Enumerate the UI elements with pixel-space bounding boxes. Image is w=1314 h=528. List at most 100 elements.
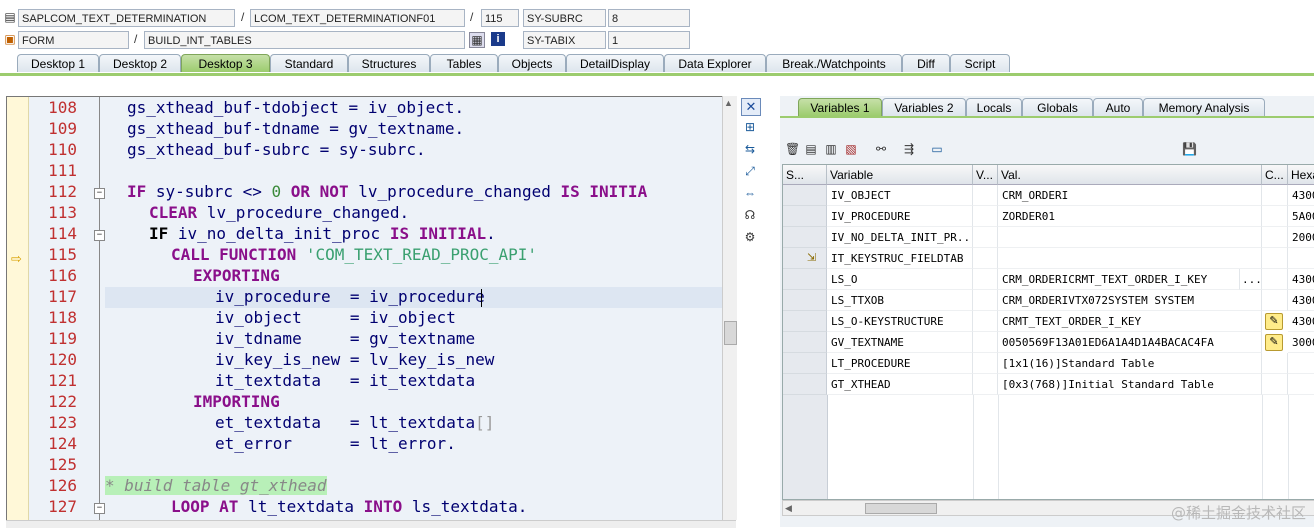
list-edit-icon[interactable]: ▥ <box>824 142 838 156</box>
source-editor[interactable]: ⇨ 108 109 110 111 112 113 114 115 116 11… <box>6 96 723 522</box>
variable-name[interactable]: GT_XTHEAD <box>827 374 973 395</box>
tab-objects[interactable]: Objects <box>498 54 566 72</box>
tab-memory-analysis[interactable]: Memory Analysis <box>1143 98 1265 116</box>
sysfield-value-2[interactable]: 1 <box>608 31 690 49</box>
list-icon[interactable]: ▤ <box>804 142 818 156</box>
fold-toggle-icon[interactable]: − <box>94 230 105 241</box>
variable-value[interactable] <box>998 227 1262 248</box>
code-line[interactable]: * build table gt_xthead <box>105 476 327 495</box>
line-field[interactable]: 115 <box>481 9 519 27</box>
expand-width-icon[interactable]: ⇔ <box>741 186 759 202</box>
tab-diff[interactable]: Diff <box>902 54 950 72</box>
variable-value[interactable]: [1x1(16)]Standard Table <box>998 353 1262 374</box>
tab-locals[interactable]: Locals <box>966 98 1022 116</box>
variable-value[interactable]: CRMT_TEXT_ORDER_I_KEY <box>998 311 1262 332</box>
new-tool-icon[interactable]: ⊞ <box>741 120 759 136</box>
swap-tool-icon[interactable]: ⇆ <box>741 142 759 158</box>
event-name-field[interactable]: BUILD_INT_TABLES <box>144 31 465 49</box>
scroll-thumb[interactable] <box>865 503 937 514</box>
variable-value[interactable]: CRM_ORDERIVTX072SYSTEM SYSTEM <box>998 290 1262 311</box>
code-line[interactable]: iv_object = iv_object <box>215 308 456 327</box>
edit-pencil-icon[interactable]: ✎ <box>1265 313 1283 330</box>
fold-toggle-icon[interactable]: − <box>94 188 105 199</box>
variable-value[interactable]: CRM_ORDERICRMT_TEXT_ORDER_I_KEY <box>998 269 1240 290</box>
table-icon[interactable]: ▦ <box>469 32 485 48</box>
info-icon[interactable]: i <box>491 32 505 46</box>
save-icon[interactable]: 💾 <box>1182 142 1197 156</box>
delete-icon[interactable]: 🗑 <box>785 142 800 156</box>
scroll-left-icon[interactable]: ◀ <box>785 503 792 514</box>
code-line[interactable]: iv_tdname = gv_textname <box>215 329 475 348</box>
services-icon[interactable]: ☊ <box>741 208 759 224</box>
row-selector[interactable] <box>783 269 827 290</box>
variable-value[interactable]: ZORDER01 <box>998 206 1262 227</box>
include-field[interactable]: LCOM_TEXT_DETERMINATIONF01 <box>250 9 465 27</box>
code-line[interactable]: et_error = lt_error. <box>215 434 456 453</box>
tab-structures[interactable]: Structures <box>348 54 430 72</box>
sysfield-name-2[interactable]: SY-TABIX <box>523 31 606 49</box>
row-selector[interactable] <box>783 227 827 248</box>
code-line[interactable]: IF sy-subrc <> 0 OR NOT lv_procedure_cha… <box>127 182 647 201</box>
event-type-field[interactable]: FORM <box>18 31 129 49</box>
variable-value[interactable]: CRM_ORDERI <box>998 185 1262 206</box>
code-line[interactable]: IMPORTING <box>193 392 280 411</box>
code-line[interactable]: EXPORTING <box>193 266 280 285</box>
maximize-icon[interactable]: ⤢ <box>741 164 759 180</box>
scroll-thumb[interactable] <box>724 321 737 345</box>
code-line[interactable]: LOOP AT lt_textdata INTO ls_textdata. <box>171 497 527 516</box>
variable-name[interactable]: GV_TEXTNAME <box>827 332 973 353</box>
tab-desktop-2[interactable]: Desktop 2 <box>99 54 181 72</box>
tab-auto[interactable]: Auto <box>1093 98 1143 116</box>
variable-name[interactable]: LT_PROCEDURE <box>827 353 973 374</box>
navigate-icon[interactable]: ⇶ <box>902 142 916 156</box>
row-selector[interactable] <box>783 185 827 206</box>
code-line[interactable]: it_textdata = it_textdata <box>215 371 475 390</box>
sysfield-value-1[interactable]: 8 <box>608 9 690 27</box>
settings-icon[interactable]: ⚙ <box>741 230 759 246</box>
code-line[interactable]: gs_xthead_buf-tdname = gv_textname. <box>127 119 464 138</box>
code-line[interactable]: IF iv_no_delta_init_proc IS INITIAL. <box>149 224 496 243</box>
hierarchy-icon[interactable]: ⚯ <box>874 142 888 156</box>
sysfield-name-1[interactable]: SY-SUBRC <box>523 9 606 27</box>
column-header[interactable]: Val. <box>998 165 1262 185</box>
fold-toggle-icon[interactable]: − <box>94 503 105 514</box>
tab-tables[interactable]: Tables <box>430 54 498 72</box>
folder-icon[interactable]: ▭ <box>930 142 944 156</box>
tab-variables-2[interactable]: Variables 2 <box>882 98 966 116</box>
variable-name[interactable]: IV_OBJECT <box>827 185 973 206</box>
code-line[interactable]: gs_xthead_buf-tdobject = iv_object. <box>127 98 464 117</box>
code-line[interactable]: iv_procedure = iv_procedure <box>215 287 485 306</box>
code-line[interactable]: gs_xthead_buf-subrc = sy-subrc. <box>127 140 426 159</box>
row-selector[interactable] <box>783 290 827 311</box>
tab-standard[interactable]: Standard <box>270 54 348 72</box>
row-selector[interactable] <box>783 248 827 269</box>
scroll-up-icon[interactable]: ▲ <box>724 98 733 108</box>
code-line[interactable]: CLEAR lv_procedure_changed. <box>149 203 409 222</box>
tab-detaildisplay[interactable]: DetailDisplay <box>566 54 664 72</box>
row-selector[interactable] <box>783 206 827 227</box>
variable-value[interactable]: [0x3(768)]Initial Standard Table <box>998 374 1262 395</box>
column-header[interactable]: S... <box>783 165 827 185</box>
column-header[interactable]: V... <box>973 165 998 185</box>
tab-data-explorer[interactable]: Data Explorer <box>664 54 766 72</box>
row-selector[interactable] <box>783 311 827 332</box>
close-icon[interactable]: ✕ <box>741 98 761 116</box>
column-header[interactable]: Hexa <box>1288 165 1314 185</box>
tab-script[interactable]: Script <box>950 54 1010 72</box>
program-field[interactable]: SAPLCOM_TEXT_DETERMINATION <box>18 9 235 27</box>
tab-desktop-3[interactable]: Desktop 3 <box>181 54 270 72</box>
column-header[interactable]: Variable <box>827 165 973 185</box>
variable-name[interactable]: LS_O-KEYSTRUCTURE <box>827 311 973 332</box>
tab-desktop-1[interactable]: Desktop 1 <box>17 54 99 72</box>
row-selector[interactable] <box>783 353 827 374</box>
variable-value[interactable]: 0050569F13A01ED6A1A4D1A4BACAC4FA <box>998 332 1262 353</box>
variable-name[interactable]: LS_O <box>827 269 973 290</box>
edit-pencil-icon[interactable]: ✎ <box>1265 334 1283 351</box>
tab-break-watchpoints[interactable]: Break./Watchpoints <box>766 54 902 72</box>
variable-name[interactable]: IT_KEYSTRUC_FIELDTAB <box>827 248 973 269</box>
list-remove-icon[interactable]: ▧ <box>844 142 858 156</box>
breakpoint-gutter[interactable] <box>7 97 29 521</box>
variable-name[interactable]: IV_NO_DELTA_INIT_PR... <box>827 227 973 248</box>
row-selector[interactable] <box>783 374 827 395</box>
tab-variables-1[interactable]: Variables 1 <box>798 98 882 116</box>
